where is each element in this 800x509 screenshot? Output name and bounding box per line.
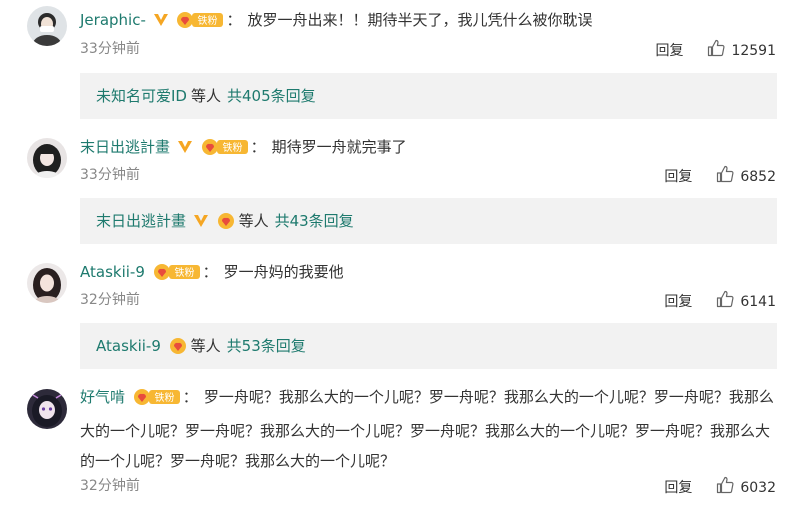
fan-badge-icon: 铁粉 (133, 386, 181, 416)
comment-time: 32分钟前 (80, 292, 140, 308)
fan-badge-icon: 铁粉 (153, 261, 201, 291)
like-count: 6141 (740, 294, 776, 310)
fan-badge-icon: 铁粉 (201, 136, 249, 166)
reply-button[interactable]: 回复 (655, 41, 683, 61)
avatar[interactable] (27, 389, 67, 429)
like-icon[interactable] (716, 290, 734, 314)
comment-username[interactable]: Ataskii-9 (80, 263, 145, 281)
comment-line: 末日出逃計畫 铁粉：期待罗一舟就完事了 (80, 132, 778, 166)
like-icon[interactable] (716, 165, 734, 189)
comment-line: Ataskii-9 铁粉：罗一舟妈的我要他 (80, 257, 778, 291)
comment-username[interactable]: 好气啃 (80, 388, 125, 406)
v-verified-icon (153, 7, 169, 37)
comment-time: 32分钟前 (80, 478, 140, 494)
fan-heart-icon (169, 327, 187, 373)
comment-username[interactable]: 末日出逃計畫 (80, 138, 170, 156)
reply-button[interactable]: 回复 (664, 478, 692, 498)
fan-badge-label: 铁粉 (154, 391, 174, 404)
comment-actions: 回复 6852 (664, 165, 776, 189)
comment-text: 罗一舟妈的我要他 (223, 263, 344, 281)
v-verified-icon (177, 134, 193, 164)
reply-button[interactable]: 回复 (664, 167, 692, 187)
replies-summary[interactable]: 末日出逃計畫 等人 共43条回复 (80, 198, 777, 244)
comment-text: 期待罗一舟就完事了 (271, 138, 407, 156)
like-count: 6852 (740, 169, 776, 185)
avatar[interactable] (27, 6, 67, 46)
comment-username[interactable]: Jeraphic- (80, 11, 146, 29)
replies-summary[interactable]: Ataskii-9 等人 共53条回复 (80, 323, 777, 369)
reply-button[interactable]: 回复 (664, 292, 692, 312)
comment-time: 33分钟前 (80, 41, 140, 57)
reply-count[interactable]: 共43条回复 (275, 212, 354, 230)
reply-etc: 等人 (238, 212, 269, 230)
reply-username[interactable]: 末日出逃計畫 (96, 212, 186, 230)
comment-line: 好气啃 铁粉：罗一舟呢？我那么大的一个儿呢？罗一舟呢？我那么大的一个儿呢？罗一舟… (80, 386, 774, 470)
comment-text: 放罗一舟出来！！期待半天了，我儿凭什么被你耽误 (247, 11, 593, 29)
avatar[interactable] (27, 138, 67, 178)
like-icon[interactable] (716, 476, 734, 500)
replies-summary[interactable]: 未知名可爱ID 等人 共405条回复 (80, 73, 777, 119)
comment-actions: 回复 6032 (664, 476, 776, 500)
v-verified-icon (193, 200, 209, 246)
like-count: 6032 (740, 480, 776, 496)
reply-username[interactable]: 未知名可爱ID (96, 87, 187, 105)
like-count: 12591 (731, 43, 776, 59)
fan-heart-icon (217, 202, 235, 248)
avatar[interactable] (27, 263, 67, 303)
comment-time: 33分钟前 (80, 167, 140, 183)
reply-count[interactable]: 共405条回复 (227, 87, 316, 105)
fan-badge-label: 铁粉 (198, 14, 218, 27)
reply-etc: 等人 (190, 337, 221, 355)
comment-line: Jeraphic- 铁粉：放罗一舟出来！！期待半天了，我儿凭什么被你耽误 (80, 5, 778, 39)
like-icon[interactable] (707, 39, 725, 63)
fan-badge-icon: 铁粉 (176, 9, 224, 39)
reply-count[interactable]: 共53条回复 (227, 337, 306, 355)
reply-etc: 等人 (190, 87, 221, 105)
comment-actions: 回复 12591 (655, 39, 776, 63)
fan-badge-label: 铁粉 (222, 141, 242, 154)
reply-username[interactable]: Ataskii-9 (96, 337, 161, 355)
comment-actions: 回复 6141 (664, 290, 776, 314)
fan-badge-label: 铁粉 (174, 266, 194, 279)
